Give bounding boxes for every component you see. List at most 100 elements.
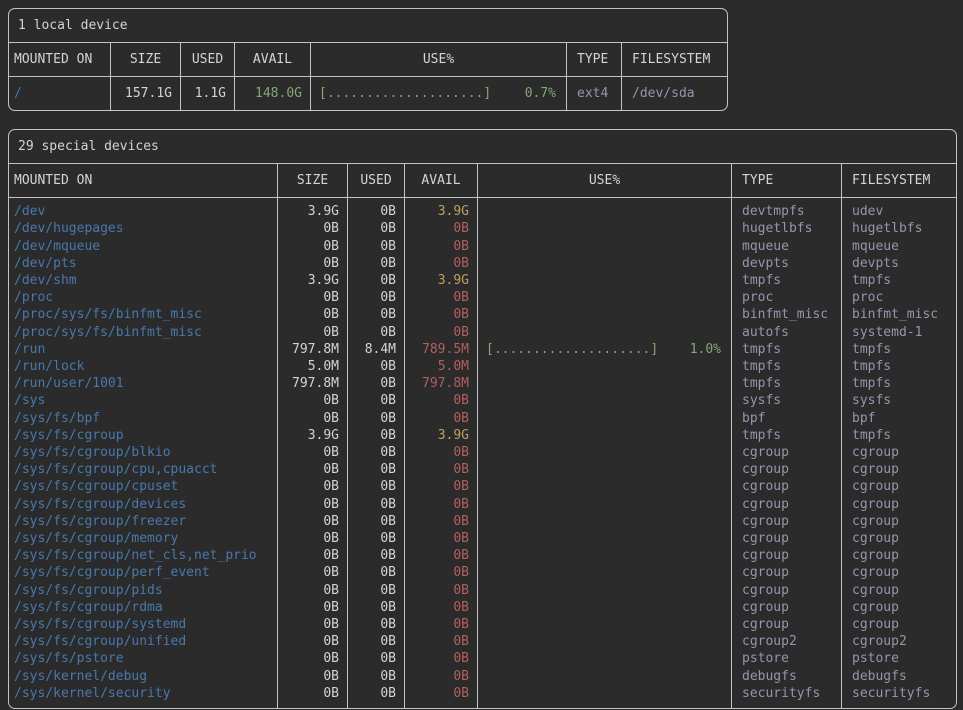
cell-used: 1.1G [180, 77, 234, 110]
cell-mounted-on: /sys/fs/cgroup/net_cls,net_prio [9, 547, 277, 564]
cell-avail: 0B [404, 513, 477, 530]
table-row: /sys/fs/cgroup/pids0B0B0Bcgroupcgroup [9, 582, 956, 599]
cell-use-percent [477, 410, 731, 427]
column-header-avail: AVAIL [234, 43, 310, 76]
cell-mounted-on: /sys/fs/cgroup/rdma [9, 599, 277, 616]
cell-avail: 0B [404, 685, 477, 708]
cell-used: 0B [347, 306, 404, 323]
cell-size: 0B [277, 324, 347, 341]
cell-use-percent [477, 375, 731, 392]
cell-filesystem: cgroup [841, 547, 954, 564]
cell-avail: 0B [404, 461, 477, 478]
cell-filesystem: pstore [841, 650, 954, 667]
cell-type: tmpfs [731, 375, 841, 392]
table-row: /sys/fs/cgroup/unified0B0B0Bcgroup2cgrou… [9, 633, 956, 650]
cell-filesystem: tmpfs [841, 427, 954, 444]
cell-mounted-on: /sys/fs/pstore [9, 650, 277, 667]
cell-mounted-on: /sys/fs/cgroup/systemd [9, 616, 277, 633]
column-header-type: TYPE [566, 43, 621, 76]
special-devices-rows: /dev3.9G0B3.9Gdevtmpfsudev/dev/hugepages… [9, 198, 956, 708]
cell-used: 0B [347, 272, 404, 289]
cell-type: securityfs [731, 685, 841, 708]
cell-type: cgroup [731, 616, 841, 633]
cell-type: cgroup [731, 547, 841, 564]
cell-avail: 797.8M [404, 375, 477, 392]
cell-type: pstore [731, 650, 841, 667]
cell-mounted-on: /dev [9, 198, 277, 220]
cell-filesystem: hugetlbfs [841, 220, 954, 237]
cell-filesystem: cgroup [841, 530, 954, 547]
cell-use-percent [477, 220, 731, 237]
cell-filesystem: mqueue [841, 238, 954, 255]
cell-type: tmpfs [731, 358, 841, 375]
cell-type: tmpfs [731, 427, 841, 444]
cell-mounted-on: /sys/fs/cgroup/perf_event [9, 564, 277, 581]
cell-use-percent [477, 668, 731, 685]
cell-type: debugfs [731, 668, 841, 685]
cell-use-percent [477, 198, 731, 220]
cell-use-percent [477, 616, 731, 633]
cell-type: tmpfs [731, 341, 841, 358]
cell-size: 0B [277, 530, 347, 547]
cell-avail: 3.9G [404, 272, 477, 289]
cell-use-percent [477, 547, 731, 564]
cell-size: 0B [277, 461, 347, 478]
cell-mounted-on: /proc [9, 289, 277, 306]
cell-mounted-on: /sys/fs/cgroup/devices [9, 496, 277, 513]
cell-avail: 3.9G [404, 427, 477, 444]
cell-filesystem: bpf [841, 410, 954, 427]
column-header-type: TYPE [731, 164, 841, 197]
cell-used: 0B [347, 427, 404, 444]
cell-used: 0B [347, 255, 404, 272]
cell-size: 0B [277, 633, 347, 650]
cell-filesystem: cgroup [841, 582, 954, 599]
table-row: /sys/fs/pstore0B0B0Bpstorepstore [9, 650, 956, 667]
cell-avail: 0B [404, 633, 477, 650]
table-row: /sys/fs/cgroup/cpu,cpuacct0B0B0Bcgroupcg… [9, 461, 956, 478]
table-row: /sys/fs/cgroup/perf_event0B0B0Bcgroupcgr… [9, 564, 956, 581]
special-devices-title: 29 special devices [9, 130, 956, 164]
cell-avail: 0B [404, 547, 477, 564]
column-header-filesystem: FILESYSTEM [841, 164, 954, 197]
cell-type: hugetlbfs [731, 220, 841, 237]
cell-used: 0B [347, 599, 404, 616]
cell-used: 0B [347, 289, 404, 306]
cell-avail: 3.9G [404, 198, 477, 220]
cell-used: 0B [347, 547, 404, 564]
cell-type: proc [731, 289, 841, 306]
cell-size: 0B [277, 478, 347, 495]
cell-used: 0B [347, 198, 404, 220]
cell-avail: 0B [404, 289, 477, 306]
table-row: /157.1G1.1G148.0G[....................]0… [9, 77, 727, 110]
cell-avail: 0B [404, 599, 477, 616]
table-row: /proc/sys/fs/binfmt_misc0B0B0Bbinfmt_mis… [9, 306, 956, 323]
table-row: /sys/fs/cgroup/blkio0B0B0Bcgroupcgroup [9, 444, 956, 461]
cell-avail: 0B [404, 564, 477, 581]
local-devices-header-row: MOUNTED ONSIZEUSEDAVAILUSE%TYPEFILESYSTE… [9, 43, 727, 77]
cell-size: 5.0M [277, 358, 347, 375]
cell-avail: 5.0M [404, 358, 477, 375]
cell-use-percent [477, 564, 731, 581]
cell-avail: 148.0G [234, 77, 310, 110]
cell-filesystem: cgroup [841, 564, 954, 581]
cell-use-percent [477, 530, 731, 547]
cell-filesystem: udev [841, 198, 954, 220]
cell-use-percent [477, 513, 731, 530]
cell-used: 0B [347, 220, 404, 237]
cell-filesystem: cgroup [841, 478, 954, 495]
cell-type: devtmpfs [731, 198, 841, 220]
cell-used: 8.4M [347, 341, 404, 358]
cell-mounted-on: /sys/fs/cgroup [9, 427, 277, 444]
cell-type: sysfs [731, 392, 841, 409]
cell-type: cgroup [731, 599, 841, 616]
cell-avail: 0B [404, 530, 477, 547]
cell-used: 0B [347, 496, 404, 513]
cell-filesystem: binfmt_misc [841, 306, 954, 323]
table-row: /sys/fs/cgroup3.9G0B3.9Gtmpfstmpfs [9, 427, 956, 444]
cell-avail: 0B [404, 616, 477, 633]
special-devices-header-row: MOUNTED ONSIZEUSEDAVAILUSE%TYPEFILESYSTE… [9, 164, 956, 198]
cell-type: cgroup [731, 461, 841, 478]
usage-bar: [....................] [486, 341, 658, 358]
cell-used: 0B [347, 582, 404, 599]
cell-used: 0B [347, 530, 404, 547]
